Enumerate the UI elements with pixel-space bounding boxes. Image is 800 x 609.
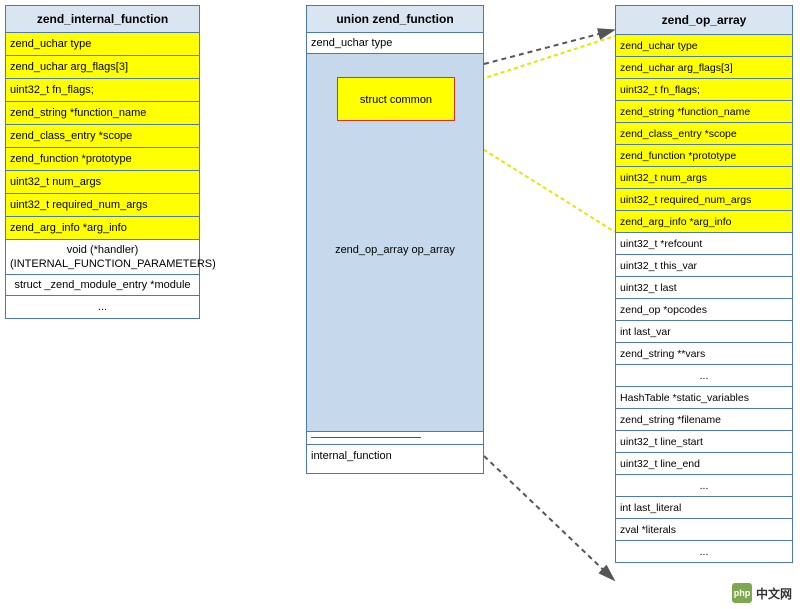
op-array-label: zend_op_array op_array [307, 244, 483, 256]
struct-title: union zend_function [307, 6, 483, 33]
struct-field: ... [6, 296, 199, 318]
struct-field: ... [616, 541, 792, 562]
struct-field: uint32_t this_var [616, 255, 792, 277]
struct-field: uint32_t fn_flags; [616, 79, 792, 101]
struct-rows: zend_uchar typezend_uchar arg_flags[3]ui… [6, 33, 199, 318]
struct-field: uint32_t num_args [6, 171, 199, 194]
struct-field: uint32_t fn_flags; [6, 79, 199, 102]
watermark: php 中文网 [732, 583, 792, 603]
struct-field: zend_class_entry *scope [616, 123, 792, 145]
struct-field: zend_function *prototype [6, 148, 199, 171]
struct-field: uint32_t line_end [616, 453, 792, 475]
struct-field: zend_op *opcodes [616, 299, 792, 321]
struct-field: zend_uchar type [616, 35, 792, 57]
struct-field: uint32_t *refcount [616, 233, 792, 255]
struct-field: zend_uchar type [6, 33, 199, 56]
zend-internal-function-struct: zend_internal_function zend_uchar typeze… [5, 5, 200, 319]
struct-field: zend_string **vars [616, 343, 792, 365]
struct-field: zend_string *filename [616, 409, 792, 431]
struct-field: zend_arg_info *arg_info [616, 211, 792, 233]
struct-field: ... [616, 475, 792, 497]
struct-title: zend_op_array [616, 6, 792, 35]
struct-field: void (*handler)(INTERNAL_FUNCTION_PARAME… [6, 240, 199, 275]
struct-field: zend_string *function_name [6, 102, 199, 125]
union-type-row: zend_uchar type [307, 33, 483, 54]
struct-field: ... [616, 365, 792, 387]
zend-op-array-struct: zend_op_array zend_uchar typezend_uchar … [615, 5, 793, 563]
struct-field: zend_uchar arg_flags[3] [6, 56, 199, 79]
struct-field: uint32_t required_num_args [616, 189, 792, 211]
struct-field: uint32_t line_start [616, 431, 792, 453]
struct-field: int last_literal [616, 497, 792, 519]
struct-title: zend_internal_function [6, 6, 199, 33]
struct-field: zend_class_entry *scope [6, 125, 199, 148]
struct-field: uint32_t required_num_args [6, 194, 199, 217]
php-logo-icon: php [732, 583, 752, 603]
struct-field: zend_string *function_name [616, 101, 792, 123]
struct-field: zend_function *prototype [616, 145, 792, 167]
struct-rows: zend_uchar typezend_uchar arg_flags[3]ui… [616, 35, 792, 562]
watermark-text: 中文网 [756, 585, 792, 602]
struct-field: zend_arg_info *arg_info [6, 217, 199, 240]
struct-field: zval *literals [616, 519, 792, 541]
struct-field: zend_uchar arg_flags[3] [616, 57, 792, 79]
struct-field: int last_var [616, 321, 792, 343]
union-op-array-region: struct common zend_op_array op_array [307, 54, 483, 432]
struct-common-box: struct common [337, 77, 455, 121]
struct-field: struct _zend_module_entry *module [6, 275, 199, 296]
union-zend-function: union zend_function zend_uchar type stru… [306, 5, 484, 474]
struct-field: uint32_t num_args [616, 167, 792, 189]
struct-field: HashTable *static_variables [616, 387, 792, 409]
union-strike-row: ——————————— [307, 432, 483, 445]
union-internal-function-row: internal_function [307, 445, 483, 473]
struct-field: uint32_t last [616, 277, 792, 299]
